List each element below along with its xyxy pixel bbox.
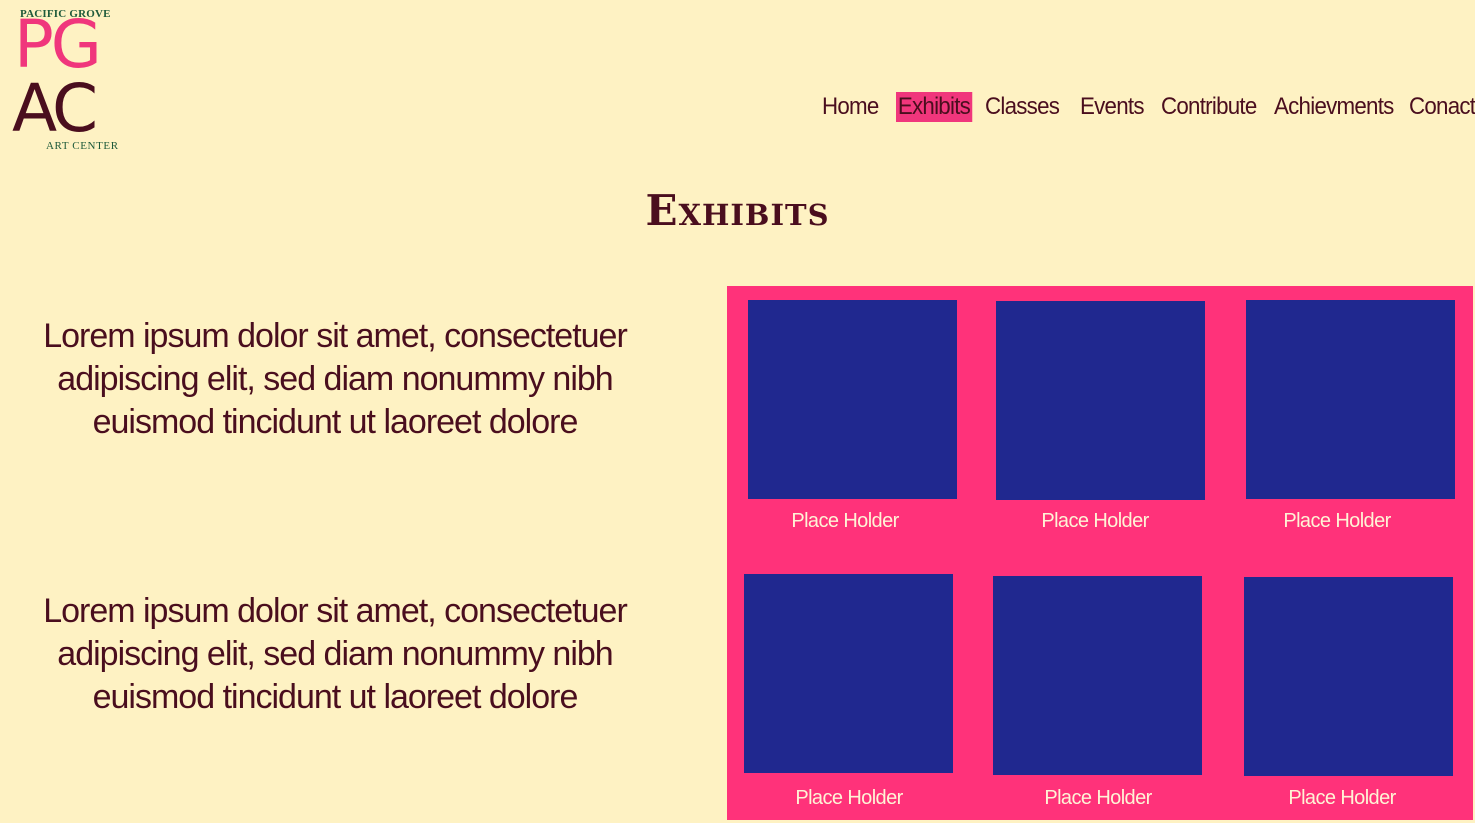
exhibit-caption-5: Place Holder	[1044, 787, 1152, 809]
exhibit-thumbnail-6[interactable]	[1244, 577, 1453, 776]
nav-exhibits[interactable]: Exhibits	[896, 92, 972, 122]
intro-paragraph-2: Lorem ipsum dolor sit amet, consectetuer…	[43, 592, 628, 716]
logo-pg: PG	[14, 6, 102, 83]
exhibit-gallery: Place Holder Place Holder Place Holder P…	[727, 286, 1473, 820]
logo-bottom-text: ART CENTER	[46, 140, 119, 152]
exhibit-caption-1: Place Holder	[791, 510, 899, 532]
logo[interactable]: PACIFIC GROVE PG AC ART CENTER	[12, 6, 134, 156]
exhibit-caption-6: Place Holder	[1288, 787, 1396, 809]
exhibit-thumbnail-5[interactable]	[993, 576, 1202, 775]
intro-paragraph-1: Lorem ipsum dolor sit amet, consectetuer…	[43, 317, 628, 441]
exhibit-caption-3: Place Holder	[1283, 510, 1391, 532]
page-title: Exhibits	[645, 186, 830, 235]
nav-achievments[interactable]: Achievments	[1274, 92, 1394, 122]
nav-classes[interactable]: Classes	[985, 92, 1060, 122]
exhibit-thumbnail-4[interactable]	[744, 574, 953, 773]
nav-conact[interactable]: Conact	[1409, 92, 1475, 122]
main-nav: Home Exhibits Classes Events Contribute …	[0, 92, 1475, 124]
exhibit-caption-4: Place Holder	[795, 787, 903, 809]
exhibit-thumbnail-1[interactable]	[748, 300, 957, 499]
nav-contribute[interactable]: Contribute	[1161, 92, 1257, 122]
nav-home[interactable]: Home	[822, 92, 879, 122]
exhibit-thumbnail-3[interactable]	[1246, 300, 1455, 499]
exhibit-thumbnail-2[interactable]	[996, 301, 1205, 500]
exhibit-caption-2: Place Holder	[1041, 510, 1149, 532]
nav-events[interactable]: Events	[1080, 92, 1145, 122]
